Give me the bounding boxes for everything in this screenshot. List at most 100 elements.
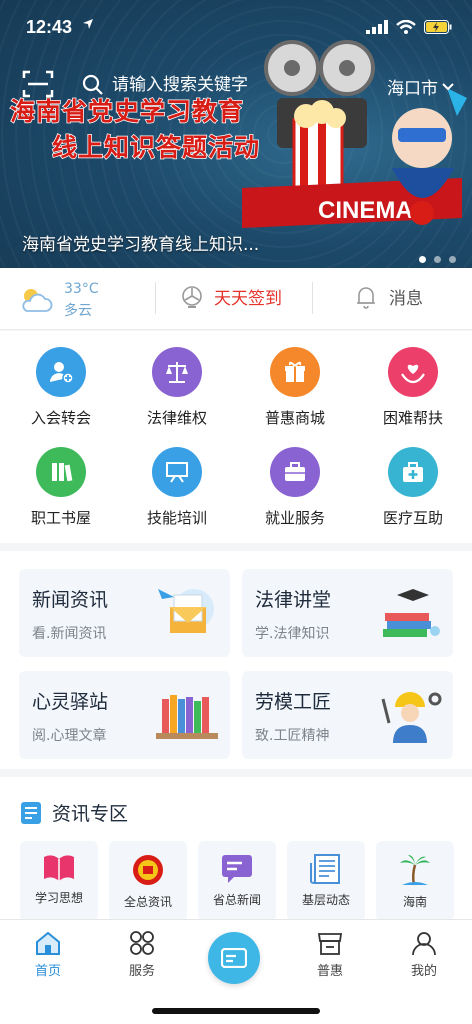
card-subtitle: 学.法律知识 xyxy=(255,626,330,642)
tab-label: 首页 xyxy=(34,964,61,979)
service-label: 入会转会 xyxy=(30,409,91,427)
zone-item-label: 学习思想 xyxy=(34,891,83,905)
message-button[interactable]: 消息 xyxy=(355,284,423,309)
zone-item-hainan[interactable]: 海南 xyxy=(376,841,454,919)
tab-benefits[interactable]: 普惠 xyxy=(290,930,370,979)
banner-headline-2: 线上知识答题活动 xyxy=(51,132,261,163)
tab-label: 普惠 xyxy=(316,964,343,979)
service-legal-rights[interactable]: 法律维权 xyxy=(118,331,236,431)
home-icon xyxy=(36,931,60,955)
service-label: 医疗互助 xyxy=(382,509,443,527)
zone-item-label: 基层动态 xyxy=(301,893,350,907)
carousel-dot xyxy=(419,256,426,263)
news-zone: 资讯专区 学习思想 全总资讯 省总新闻 基层动态 海南 xyxy=(0,777,472,919)
card-subtitle: 看.新闻资讯 xyxy=(32,626,107,642)
user-plus-icon xyxy=(36,347,86,397)
service-label: 法律维权 xyxy=(146,409,207,427)
wifi-icon xyxy=(396,20,416,34)
gift-icon xyxy=(270,347,320,397)
briefcase-icon xyxy=(270,447,320,497)
easel-icon xyxy=(152,447,202,497)
zone-item-label: 全总资讯 xyxy=(123,895,172,909)
message-label: 消息 xyxy=(389,289,423,309)
service-training[interactable]: 技能培训 xyxy=(118,431,236,531)
medical-kit-icon xyxy=(388,447,438,497)
grid-icon xyxy=(130,931,154,955)
zone-item-label: 海南 xyxy=(402,895,427,909)
chevron-down-icon xyxy=(442,82,454,90)
heart-hand-icon xyxy=(388,347,438,397)
newspaper-icon xyxy=(310,854,340,884)
status-bar: 12:43 xyxy=(0,0,472,56)
card-title: 新闻资讯 xyxy=(32,585,111,612)
card-law-class[interactable]: 法律讲堂 学.法律知识 xyxy=(242,569,453,657)
zone-item-study[interactable]: 学习思想 xyxy=(20,841,98,919)
envelope-illustration-icon xyxy=(158,589,214,633)
status-time: 12:43 xyxy=(26,17,73,37)
palm-tree-icon xyxy=(400,855,430,886)
zone-item-provincial-news[interactable]: 省总新闻 xyxy=(198,841,276,919)
banner-headline-1: 海南省党史学习教育 xyxy=(9,96,245,127)
open-book-icon xyxy=(44,855,74,881)
scales-icon xyxy=(152,347,202,397)
carousel-dot xyxy=(449,256,456,263)
tab-services[interactable]: 服务 xyxy=(102,930,182,979)
service-medical-aid[interactable]: 医疗互助 xyxy=(354,431,472,531)
tab-bar: 首页 服务 普惠 我的 xyxy=(0,919,472,1024)
card-title: 法律讲堂 xyxy=(255,585,334,612)
feature-cards: 新闻资讯 看.新闻资讯 法律讲堂 学.法律知识 心灵驿站 阅.心理文章 劳模工匠… xyxy=(0,551,472,769)
worker-icon xyxy=(381,692,442,743)
battery-icon xyxy=(424,20,452,34)
weather-widget: 33°C 多云 xyxy=(18,278,99,322)
bookshelf-icon xyxy=(156,695,218,739)
city-selector[interactable]: 海口市 xyxy=(387,74,454,99)
zone-item-acftu-news[interactable]: 全总资讯 xyxy=(109,841,187,919)
banner-caption: 海南省党史学习教育线上知识... xyxy=(22,235,260,255)
tab-label: 服务 xyxy=(128,964,155,979)
bell-icon xyxy=(357,286,375,309)
banner[interactable]: CINEMA 12:43 海口市 海南省党史学习教育 线上知识答题活动 海南省党 xyxy=(0,0,472,268)
graduation-books-icon xyxy=(383,589,440,637)
service-label: 普惠商城 xyxy=(264,409,325,427)
tab-label: 我的 xyxy=(410,964,437,979)
status-icons xyxy=(366,20,452,34)
service-library[interactable]: 职工书屋 xyxy=(2,431,120,531)
zone-item-label: 省总新闻 xyxy=(212,893,261,907)
service-join-union[interactable]: 入会转会 xyxy=(2,331,120,431)
service-hardship-aid[interactable]: 困难帮扶 xyxy=(354,331,472,431)
divider xyxy=(155,282,156,314)
news-zone-header: 资讯专区 xyxy=(20,799,128,826)
card-subtitle: 阅.心理文章 xyxy=(32,728,107,744)
info-bar: 33°C 多云 天天签到 消息 xyxy=(0,268,472,330)
service-mall[interactable]: 普惠商城 xyxy=(236,331,354,431)
weather-desc: 多云 xyxy=(64,303,92,319)
service-label: 职工书屋 xyxy=(30,509,91,527)
tab-profile[interactable]: 我的 xyxy=(384,930,464,979)
carousel-dots xyxy=(419,256,456,263)
card-subtitle: 致.工匠精神 xyxy=(255,728,330,744)
checkin-label: 天天签到 xyxy=(214,289,282,309)
center-card-button[interactable] xyxy=(208,932,260,984)
location-arrow-icon xyxy=(83,19,93,29)
service-employment[interactable]: 就业服务 xyxy=(236,431,354,531)
card-news[interactable]: 新闻资讯 看.新闻资讯 xyxy=(19,569,230,657)
tab-home[interactable]: 首页 xyxy=(8,930,88,979)
service-label: 就业服务 xyxy=(264,509,325,527)
card-model-workers[interactable]: 劳模工匠 致.工匠精神 xyxy=(242,671,453,759)
checkin-button[interactable]: 天天签到 xyxy=(180,284,282,309)
zone-item-grassroots[interactable]: 基层动态 xyxy=(287,841,365,919)
card-title: 劳模工匠 xyxy=(255,687,334,714)
books-icon xyxy=(36,447,86,497)
fan-icon xyxy=(182,285,202,308)
city-label: 海口市 xyxy=(387,79,438,99)
card-mind-station[interactable]: 心灵驿站 阅.心理文章 xyxy=(19,671,230,759)
cinema-text: CINEMA xyxy=(318,197,413,224)
document-icon xyxy=(21,801,41,824)
card-icon xyxy=(221,948,247,968)
temperature: 33°C xyxy=(64,281,99,297)
chat-bubble-icon xyxy=(222,855,252,883)
home-indicator xyxy=(152,1008,320,1014)
user-icon xyxy=(412,932,436,956)
card-title: 心灵驿站 xyxy=(32,687,111,714)
carousel-dot xyxy=(434,256,441,263)
